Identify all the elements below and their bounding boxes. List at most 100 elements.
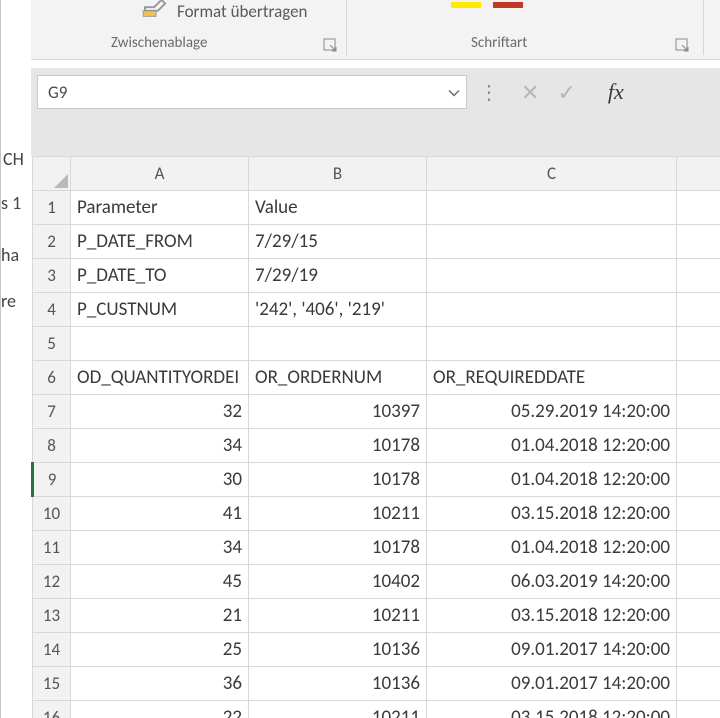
column-header-a[interactable]: A: [71, 157, 249, 191]
cell[interactable]: '242', '406', '219': [249, 293, 427, 327]
format-painter-button[interactable]: Format übertragen: [141, 0, 308, 25]
formula-bar-area: G9 ⋮ ✕ ✓ fx: [31, 68, 720, 116]
column-header-d[interactable]: [677, 157, 720, 191]
column-header-c[interactable]: C: [427, 157, 677, 191]
fill-color-swatch[interactable]: [451, 2, 481, 8]
cell[interactable]: [427, 327, 677, 361]
cell[interactable]: 7/29/15: [249, 225, 427, 259]
cell[interactable]: 10178: [249, 463, 427, 497]
row-header[interactable]: 16: [33, 701, 71, 718]
row-header[interactable]: 1: [33, 191, 71, 225]
cell[interactable]: [677, 327, 720, 361]
fx-label[interactable]: fx: [608, 79, 624, 105]
row-header[interactable]: 8: [33, 429, 71, 463]
cell[interactable]: 32: [71, 395, 249, 429]
cell[interactable]: [71, 327, 249, 361]
cell[interactable]: 22: [71, 701, 249, 718]
row-header[interactable]: 3: [33, 259, 71, 293]
row-header[interactable]: 6: [33, 361, 71, 395]
row-header[interactable]: 12: [33, 565, 71, 599]
cell[interactable]: P_DATE_FROM: [71, 225, 249, 259]
name-box[interactable]: G9: [37, 75, 467, 109]
cell[interactable]: 03.15.2018 12:20:00: [427, 497, 677, 531]
clipboard-dialog-launcher[interactable]: [323, 38, 338, 53]
cell[interactable]: [677, 395, 720, 429]
cell[interactable]: [677, 667, 720, 701]
cell[interactable]: 25: [71, 633, 249, 667]
cell[interactable]: 34: [71, 531, 249, 565]
cell[interactable]: 10136: [249, 667, 427, 701]
cell[interactable]: Parameter: [71, 191, 249, 225]
row-header[interactable]: 9: [33, 463, 71, 497]
cell[interactable]: [249, 327, 427, 361]
cell[interactable]: 10211: [249, 599, 427, 633]
cell[interactable]: 30: [71, 463, 249, 497]
cell[interactable]: [677, 429, 720, 463]
cell[interactable]: [677, 463, 720, 497]
cell[interactable]: [677, 633, 720, 667]
name-box-dropdown-icon[interactable]: [448, 82, 460, 103]
cell[interactable]: 10178: [249, 531, 427, 565]
cell[interactable]: 10211: [249, 701, 427, 718]
cell[interactable]: 03.15.2018 12:20:00: [427, 599, 677, 633]
cell[interactable]: 41: [71, 497, 249, 531]
cell[interactable]: [677, 531, 720, 565]
cell[interactable]: [677, 361, 720, 395]
cell[interactable]: 09.01.2017 14:20:00: [427, 667, 677, 701]
row-header[interactable]: 2: [33, 225, 71, 259]
row-header[interactable]: 14: [33, 633, 71, 667]
cell[interactable]: 36: [71, 667, 249, 701]
cell[interactable]: [677, 293, 720, 327]
cell[interactable]: 01.04.2018 12:20:00: [427, 463, 677, 497]
cell[interactable]: 03.15.2018 12:20:00: [427, 701, 677, 718]
cell[interactable]: [677, 565, 720, 599]
cell[interactable]: 01.04.2018 12:20:00: [427, 531, 677, 565]
cell[interactable]: [427, 191, 677, 225]
cell[interactable]: 09.01.2017 14:20:00: [427, 633, 677, 667]
cell[interactable]: [427, 225, 677, 259]
row-header[interactable]: 13: [33, 599, 71, 633]
row-header[interactable]: 5: [33, 327, 71, 361]
cell[interactable]: 45: [71, 565, 249, 599]
cell[interactable]: 7/29/19: [249, 259, 427, 293]
formula-bar-drag-handle[interactable]: ⋮: [473, 80, 505, 105]
cell[interactable]: [677, 599, 720, 633]
select-all-corner[interactable]: [33, 157, 71, 191]
row-header[interactable]: 4: [33, 293, 71, 327]
cell[interactable]: OR_REQUIREDDATE: [427, 361, 677, 395]
ribbon-group-font-label: Schriftart: [471, 34, 527, 52]
cell[interactable]: [677, 259, 720, 293]
cell[interactable]: 10402: [249, 565, 427, 599]
row-header[interactable]: 10: [33, 497, 71, 531]
cell[interactable]: [677, 225, 720, 259]
row-header[interactable]: 15: [33, 667, 71, 701]
cell[interactable]: 10136: [249, 633, 427, 667]
cell[interactable]: OD_QUANTITYORDEI: [71, 361, 249, 395]
cell[interactable]: P_DATE_TO: [71, 259, 249, 293]
cell[interactable]: 01.04.2018 12:20:00: [427, 429, 677, 463]
cell[interactable]: 05.29.2019 14:20:00: [427, 395, 677, 429]
font-color-swatch[interactable]: [493, 2, 523, 8]
cancel-icon[interactable]: ✕: [521, 79, 539, 106]
cell[interactable]: 34: [71, 429, 249, 463]
cell[interactable]: [677, 701, 720, 718]
cell[interactable]: [677, 497, 720, 531]
cell[interactable]: 21: [71, 599, 249, 633]
cell[interactable]: 10178: [249, 429, 427, 463]
column-header-b[interactable]: B: [249, 157, 427, 191]
row-header[interactable]: 11: [33, 531, 71, 565]
cell[interactable]: [427, 259, 677, 293]
cell[interactable]: 10211: [249, 497, 427, 531]
font-dialog-launcher[interactable]: [675, 38, 690, 53]
cell[interactable]: [427, 293, 677, 327]
table-row: 7321039705.29.2019 14:20:00: [33, 395, 720, 429]
enter-icon[interactable]: ✓: [557, 79, 575, 106]
cell[interactable]: Value: [249, 191, 427, 225]
cell[interactable]: P_CUSTNUM: [71, 293, 249, 327]
cell[interactable]: 06.03.2019 14:20:00: [427, 565, 677, 599]
row-header[interactable]: 7: [33, 395, 71, 429]
spreadsheet-grid[interactable]: A B C 1ParameterValue 2P_DATE_FROM7/29/15…: [31, 156, 720, 718]
cell[interactable]: [677, 191, 720, 225]
cell[interactable]: 10397: [249, 395, 427, 429]
cell[interactable]: OR_ORDERNUM: [249, 361, 427, 395]
